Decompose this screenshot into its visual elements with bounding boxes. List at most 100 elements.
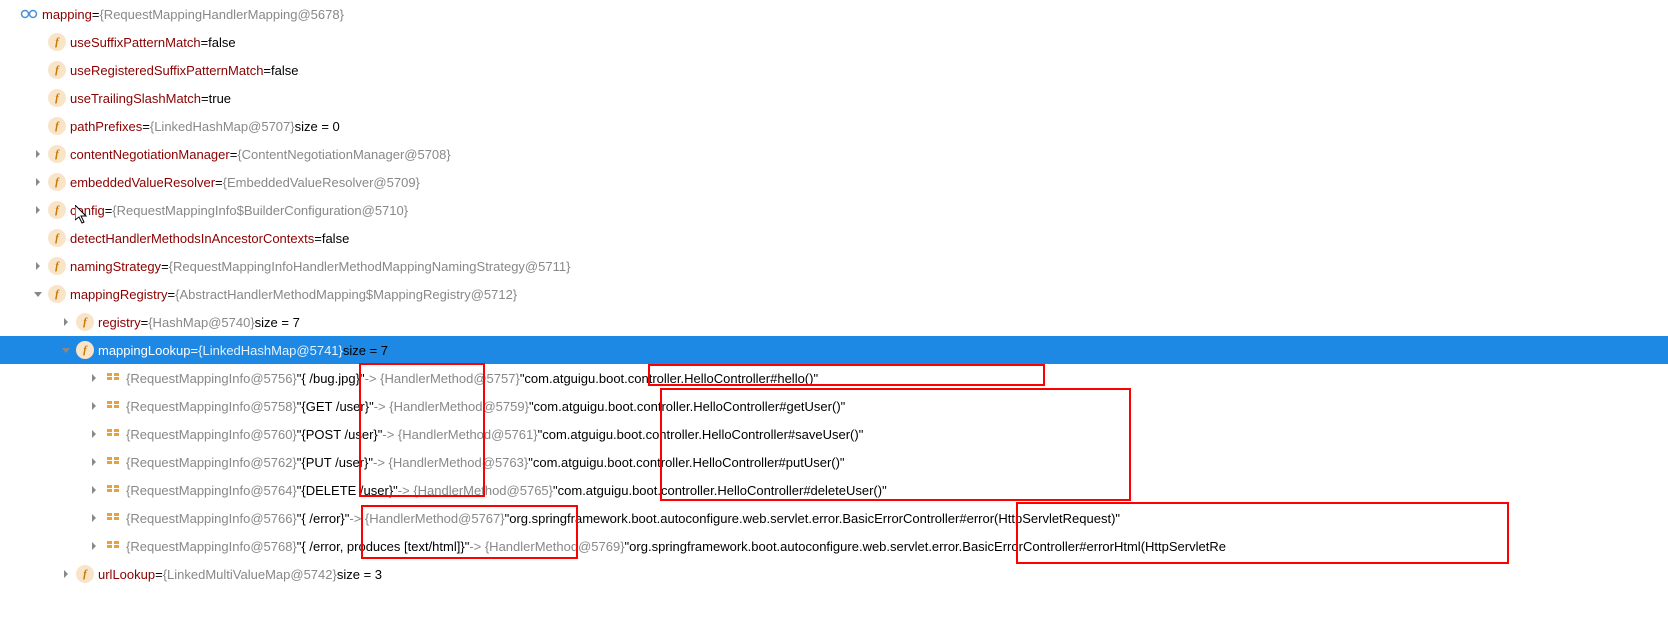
object-type: {RequestMappingInfo@5760} [126, 427, 297, 442]
equals-sign: = [161, 259, 169, 274]
map-entry-icon [104, 397, 122, 415]
variable-value: false [322, 231, 349, 246]
collapse-icon[interactable] [28, 290, 48, 298]
map-value: "org.springframework.boot.autoconfigure.… [625, 539, 1226, 554]
equals-sign: = [314, 231, 322, 246]
map-entry-icon [104, 369, 122, 387]
expand-icon[interactable] [56, 570, 76, 578]
variable-name: registry [98, 315, 141, 330]
tree-row[interactable]: mapping = {RequestMappingHandlerMapping@… [0, 0, 1668, 28]
equals-sign: = [230, 147, 238, 162]
tree-row[interactable]: fuseTrailingSlashMatch = true [0, 84, 1668, 112]
map-entry-icon [104, 425, 122, 443]
map-entry-icon [104, 537, 122, 555]
equals-sign: = [105, 203, 113, 218]
object-type: {RequestMappingInfoHandlerMethodMappingN… [169, 259, 571, 274]
collapse-icon[interactable] [56, 346, 76, 354]
variable-value: "{GET /user}" [297, 399, 374, 414]
map-entry-icon [104, 509, 122, 527]
field-icon: f [76, 313, 94, 331]
tree-row[interactable]: {RequestMappingInfo@5758} "{GET /user}" … [0, 392, 1668, 420]
map-arrow: -> {HandlerMethod@5757} [365, 371, 520, 386]
variable-value: "{DELETE /user}" [297, 483, 398, 498]
tree-row[interactable]: {RequestMappingInfo@5762} "{PUT /user}" … [0, 448, 1668, 476]
variable-name: mappingRegistry [70, 287, 168, 302]
tree-row[interactable]: {RequestMappingInfo@5760} "{POST /user}"… [0, 420, 1668, 448]
object-type: {LinkedHashMap@5741} [198, 343, 343, 358]
tree-row[interactable]: {RequestMappingInfo@5766} "{ /error}" ->… [0, 504, 1668, 532]
variable-value: size = 0 [295, 119, 340, 134]
tree-row[interactable]: fconfig = {RequestMappingInfo$BuilderCon… [0, 196, 1668, 224]
field-icon: f [76, 341, 94, 359]
variable-name: urlLookup [98, 567, 155, 582]
object-type: {AbstractHandlerMethodMapping$MappingReg… [175, 287, 517, 302]
glasses-icon [20, 5, 38, 23]
expand-icon[interactable] [28, 206, 48, 214]
variable-name: embeddedValueResolver [70, 175, 215, 190]
variable-name: config [70, 203, 105, 218]
tree-row[interactable]: f mappingLookup = {LinkedHashMap@5741} si… [0, 336, 1668, 364]
equals-sign: = [155, 567, 163, 582]
tree-row[interactable]: furlLookup = {LinkedMultiValueMap@5742} … [0, 560, 1668, 588]
variable-value: "{PUT /user}" [297, 455, 373, 470]
expand-icon[interactable] [84, 430, 104, 438]
tree-row[interactable]: fuseRegisteredSuffixPatternMatch = false [0, 56, 1668, 84]
tree-row[interactable]: {RequestMappingInfo@5756} "{ /bug.jpg}" … [0, 364, 1668, 392]
tree-row[interactable]: fregistry = {HashMap@5740} size = 7 [0, 308, 1668, 336]
variable-name: contentNegotiationManager [70, 147, 230, 162]
expand-icon[interactable] [28, 262, 48, 270]
debug-variables-tree[interactable]: mapping = {RequestMappingHandlerMapping@… [0, 0, 1668, 588]
tree-row[interactable]: fcontentNegotiationManager = {ContentNeg… [0, 140, 1668, 168]
variable-value: size = 7 [343, 343, 388, 358]
field-icon: f [48, 61, 66, 79]
object-type: {LinkedMultiValueMap@5742} [163, 567, 337, 582]
equals-sign: = [92, 7, 100, 22]
equals-sign: = [191, 343, 199, 358]
tree-row[interactable]: fmappingRegistry = {AbstractHandlerMetho… [0, 280, 1668, 308]
variable-name: mappingLookup [98, 343, 191, 358]
variable-value: "{ /error}" [297, 511, 350, 526]
expand-icon[interactable] [28, 150, 48, 158]
object-type: {ContentNegotiationManager@5708} [237, 147, 450, 162]
tree-row[interactable]: fuseSuffixPatternMatch = false [0, 28, 1668, 56]
tree-row[interactable]: fnamingStrategy = {RequestMappingInfoHan… [0, 252, 1668, 280]
expand-icon[interactable] [56, 318, 76, 326]
tree-row[interactable]: fembeddedValueResolver = {EmbeddedValueR… [0, 168, 1668, 196]
tree-row[interactable]: {RequestMappingInfo@5764} "{DELETE /user… [0, 476, 1668, 504]
expand-icon[interactable] [84, 542, 104, 550]
expand-icon[interactable] [84, 486, 104, 494]
map-value: "com.atguigu.boot.controller.HelloContro… [538, 427, 864, 442]
map-entry-icon [104, 453, 122, 471]
map-arrow: -> {HandlerMethod@5761} [382, 427, 537, 442]
variable-name: useRegisteredSuffixPatternMatch [70, 63, 263, 78]
variable-name: useTrailingSlashMatch [70, 91, 201, 106]
object-type: {RequestMappingInfo@5768} [126, 539, 297, 554]
variable-value: "{ /bug.jpg}" [297, 371, 365, 386]
object-type: {EmbeddedValueResolver@5709} [223, 175, 420, 190]
map-entry-icon [104, 481, 122, 499]
object-type: {RequestMappingInfo@5756} [126, 371, 297, 386]
equals-sign: = [142, 119, 150, 134]
expand-icon[interactable] [84, 458, 104, 466]
object-type: {RequestMappingInfo@5762} [126, 455, 297, 470]
variable-name: mapping [42, 7, 92, 22]
field-icon: f [48, 89, 66, 107]
map-arrow: -> {HandlerMethod@5759} [374, 399, 529, 414]
tree-row[interactable]: fdetectHandlerMethodsInAncestorContexts … [0, 224, 1668, 252]
variable-value: false [271, 63, 298, 78]
expand-icon[interactable] [84, 374, 104, 382]
field-icon: f [48, 285, 66, 303]
object-type: {LinkedHashMap@5707} [150, 119, 295, 134]
expand-icon[interactable] [84, 514, 104, 522]
object-type: {RequestMappingInfo@5766} [126, 511, 297, 526]
object-type: {RequestMappingInfo@5764} [126, 483, 297, 498]
expand-icon[interactable] [28, 178, 48, 186]
tree-row[interactable]: fpathPrefixes = {LinkedHashMap@5707} siz… [0, 112, 1668, 140]
map-value: "com.atguigu.boot.controller.HelloContro… [529, 399, 845, 414]
map-value: "com.atguigu.boot.controller.HelloContro… [553, 483, 887, 498]
expand-icon[interactable] [84, 402, 104, 410]
variable-value: true [209, 91, 231, 106]
variable-value: size = 3 [337, 567, 382, 582]
tree-row[interactable]: {RequestMappingInfo@5768} "{ /error, pro… [0, 532, 1668, 560]
variable-name: pathPrefixes [70, 119, 142, 134]
